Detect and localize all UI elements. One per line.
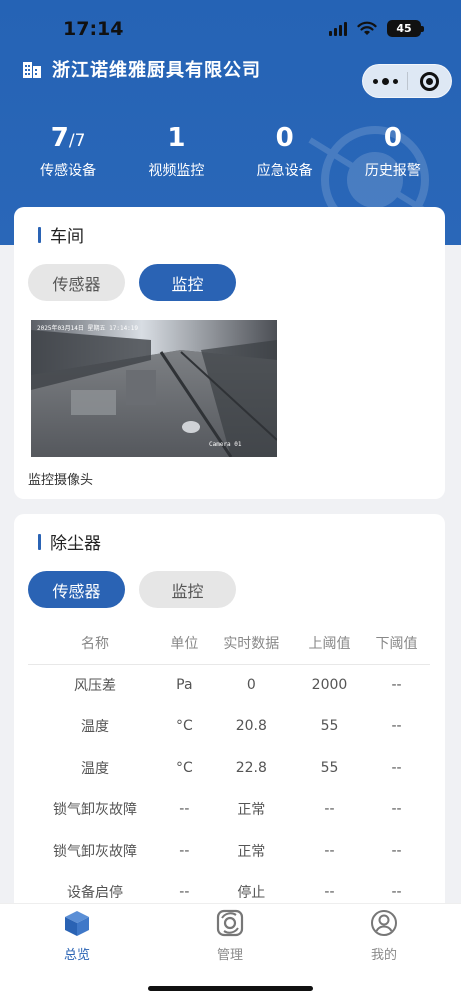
table-row: 温度 °C 22.8 55 -- xyxy=(28,747,430,789)
stat-history-alarms[interactable]: 0 历史报警 xyxy=(339,122,447,180)
stat-label: 历史报警 xyxy=(364,163,421,179)
battery-icon: 45 xyxy=(387,20,424,37)
column-header-realtime: 实时数据 xyxy=(206,622,296,665)
dust-collector-card: 除尘器 传感器 监控 名称 单位 实时数据 上阈值 下阈值 风压差 Pa 0 2… xyxy=(14,514,445,934)
cell-upper: -- xyxy=(324,842,335,859)
stat-value: 0 xyxy=(383,123,402,153)
cell-unit: °C xyxy=(175,759,193,776)
tab-sensor[interactable]: 传感器 xyxy=(28,264,125,301)
title-accent-bar xyxy=(38,226,41,243)
cell-value: 正常 xyxy=(237,802,266,819)
cell-unit: Pa xyxy=(176,677,193,693)
close-miniprogram-icon[interactable] xyxy=(408,71,451,91)
cell-lower: -- xyxy=(391,677,402,693)
home-indicator[interactable] xyxy=(148,986,313,991)
nav-mine[interactable]: 我的 xyxy=(334,904,434,963)
stat-sensor-devices[interactable]: 7/7 传感设备 xyxy=(14,122,122,180)
user-icon xyxy=(371,910,397,936)
stat-emergency-devices[interactable]: 0 应急设备 xyxy=(231,122,339,180)
cell-lower: -- xyxy=(391,842,402,859)
sensor-table: 名称 单位 实时数据 上阈值 下阈值 风压差 Pa 0 2000 -- 温度 ° xyxy=(28,622,430,913)
column-header-lower: 下阈值 xyxy=(362,622,430,665)
workshop-tabs: 传感器 监控 xyxy=(28,264,236,301)
stat-label: 传感设备 xyxy=(40,163,97,179)
column-header-name: 名称 xyxy=(28,622,162,665)
cell-value: 0 xyxy=(246,677,256,693)
more-icon[interactable] xyxy=(363,77,407,85)
cell-name: 温度 xyxy=(81,760,109,777)
cell-name: 锁气卸灰故障 xyxy=(53,802,137,819)
column-header-unit: 单位 xyxy=(162,622,207,665)
tab-sensor[interactable]: 传感器 xyxy=(28,571,125,608)
stat-value: 7 xyxy=(50,123,69,153)
stat-value: 0 xyxy=(275,123,294,153)
stat-value: 1 xyxy=(167,123,186,153)
cell-name: 风压差 xyxy=(74,678,116,694)
nav-overview[interactable]: 总览 xyxy=(27,904,127,963)
building-icon xyxy=(23,62,41,78)
tab-monitor[interactable]: 监控 xyxy=(139,571,236,608)
cell-upper: 55 xyxy=(320,759,339,776)
stat-sub: /7 xyxy=(68,131,86,151)
company-name: 浙江诺维雅厨具有限公司 xyxy=(52,60,261,81)
app-screen: 17:14 45 浙江诺维雅厨具有限公司 7/7 传感设备 1 视频监控 0 应… xyxy=(0,0,461,1000)
card-title: 除尘器 xyxy=(38,529,101,554)
company-header: 浙江诺维雅厨具有限公司 xyxy=(22,56,261,82)
table-row: 锁气卸灰故障 -- 正常 -- -- xyxy=(28,830,430,872)
miniprogram-capsule[interactable] xyxy=(362,64,452,98)
camera-label: 监控摄像头 xyxy=(28,473,94,488)
cell-value: 22.8 xyxy=(235,759,267,776)
table-row: 锁气卸灰故障 -- 正常 -- -- xyxy=(28,789,430,831)
table-row: 温度 °C 20.8 55 -- xyxy=(28,706,430,748)
nav-label: 管理 xyxy=(216,948,243,963)
status-time: 17:14 xyxy=(63,18,124,40)
status-icons: 45 xyxy=(329,20,424,37)
cell-value: 20.8 xyxy=(235,718,267,735)
cell-lower: -- xyxy=(391,801,402,818)
cell-upper: 2000 xyxy=(311,677,348,693)
cell-value: 正常 xyxy=(237,843,266,860)
card-title: 车间 xyxy=(38,222,84,247)
cell-unit: -- xyxy=(179,842,190,859)
camera-name-overlay: Camera 01 xyxy=(209,441,242,448)
cell-upper: -- xyxy=(324,801,335,818)
status-bar: 17:14 45 xyxy=(0,0,461,52)
cell-unit: °C xyxy=(175,718,193,735)
column-header-upper: 上阈值 xyxy=(295,622,363,665)
workshop-title: 车间 xyxy=(50,227,84,247)
stat-label: 应急设备 xyxy=(256,163,313,179)
signal-icon xyxy=(329,21,347,36)
cell-lower: -- xyxy=(391,718,402,735)
title-accent-bar xyxy=(38,533,41,550)
nav-management[interactable]: 管理 xyxy=(180,904,280,963)
wifi-icon xyxy=(357,21,377,35)
cell-lower: -- xyxy=(391,759,402,776)
tab-monitor[interactable]: 监控 xyxy=(139,264,236,301)
camera-timestamp-overlay: 2025年03月14日 星期五 17:14:19 xyxy=(37,324,138,332)
dust-tabs: 传感器 监控 xyxy=(28,571,236,608)
cell-unit: -- xyxy=(179,801,190,818)
table-row: 风压差 Pa 0 2000 -- xyxy=(28,664,430,706)
dust-title: 除尘器 xyxy=(50,534,101,554)
cell-name: 锁气卸灰故障 xyxy=(53,843,137,860)
stat-video-monitor[interactable]: 1 视频监控 xyxy=(122,122,230,180)
camera-snapshot: 2025年03月14日 星期五 17:14:19 Camera 01 xyxy=(31,320,277,457)
stat-label: 视频监控 xyxy=(148,163,205,179)
nav-label: 我的 xyxy=(370,948,397,963)
nav-label: 总览 xyxy=(63,948,90,963)
camera-feed[interactable]: 2025年03月14日 星期五 17:14:19 Camera 01 xyxy=(31,320,277,457)
cell-upper: 55 xyxy=(320,718,339,735)
table-header-row: 名称 单位 实时数据 上阈值 下阈值 xyxy=(28,622,430,665)
workshop-card: 车间 传感器 监控 2025年03月14日 星期五 17:14:19 Camer… xyxy=(14,207,445,499)
battery-level: 45 xyxy=(396,22,412,35)
management-icon xyxy=(216,909,244,937)
cube-icon xyxy=(65,911,89,936)
cell-name: 温度 xyxy=(81,719,109,736)
stats-row: 7/7 传感设备 1 视频监控 0 应急设备 0 历史报警 xyxy=(14,122,447,180)
